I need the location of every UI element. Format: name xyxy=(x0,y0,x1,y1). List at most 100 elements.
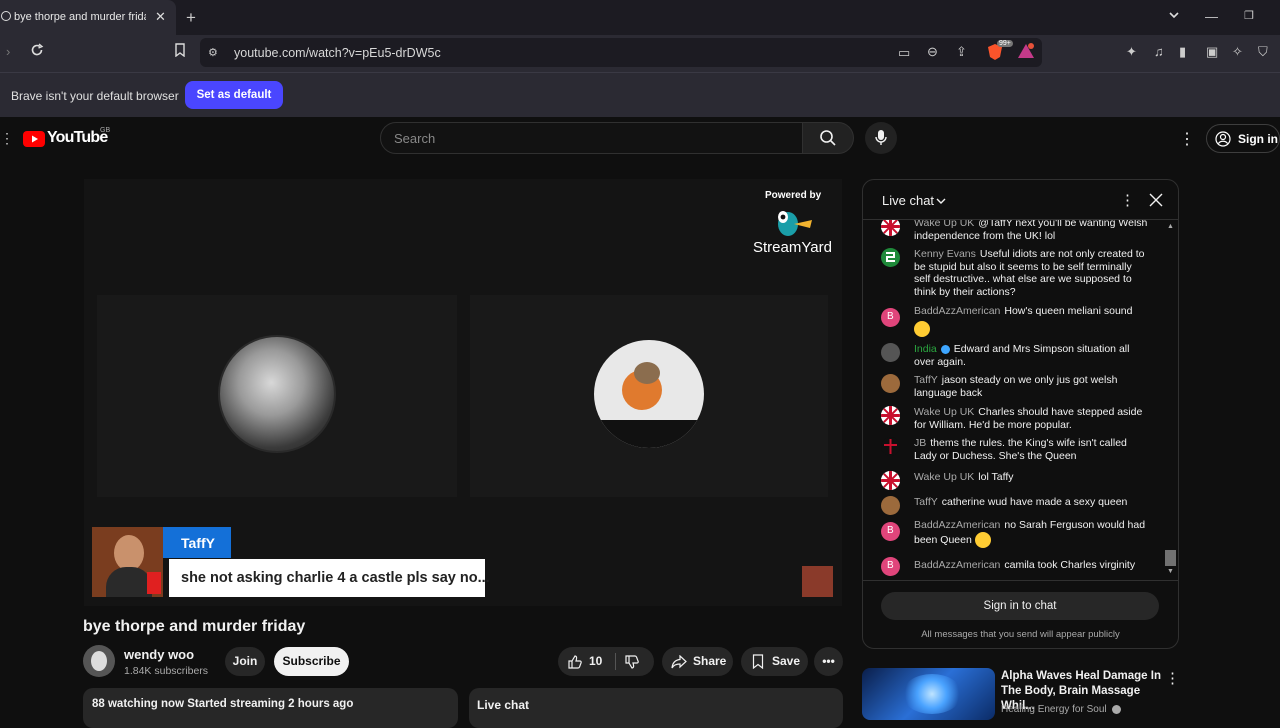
sign-in-to-chat-button[interactable]: Sign in to chat xyxy=(881,592,1159,620)
streamyard-wordmark: StreamYard xyxy=(753,239,832,256)
microphone-icon xyxy=(875,130,887,145)
close-tab-icon[interactable]: ✕ xyxy=(155,9,166,25)
video-title: bye thorpe and murder friday xyxy=(83,618,306,635)
live-chat-collapsed-bar[interactable]: Live chat xyxy=(469,688,843,728)
tab-list-chevron-icon[interactable] xyxy=(1168,9,1180,24)
save-icon xyxy=(752,654,764,669)
channel-name[interactable]: wendy woo xyxy=(124,647,194,662)
audio-icon[interactable] xyxy=(1,11,11,21)
share-label: Share xyxy=(693,654,727,668)
scroll-down-icon[interactable]: ▼ xyxy=(1167,568,1174,575)
recommendation-thumbnail[interactable] xyxy=(862,668,995,720)
chat-public-note: All messages that you send will appear p… xyxy=(921,629,1120,640)
forward-icon[interactable]: › xyxy=(6,44,10,59)
region-code: GB xyxy=(100,127,111,134)
chat-author: TaffY xyxy=(914,496,938,508)
thumbs-up-icon xyxy=(568,655,582,669)
sign-in-label: Sign in xyxy=(1238,132,1278,146)
join-button[interactable]: Join xyxy=(225,647,265,676)
scroll-up-icon[interactable]: ▲ xyxy=(1167,223,1174,230)
letter-avatar: B xyxy=(881,522,900,541)
chat-messages: Wake Up UK @TaffY next you'll be wanting … xyxy=(863,220,1178,578)
letter-avatar: B xyxy=(881,557,900,576)
subscriber-count: 1.84K subscribers xyxy=(124,665,209,677)
sign-in-button[interactable]: Sign in xyxy=(1206,124,1280,153)
reload-icon[interactable] xyxy=(30,43,44,60)
shields-badge: 99+ xyxy=(997,40,1013,47)
chat-author: BaddAzzAmerican xyxy=(914,305,1001,317)
wallet-icon[interactable]: ▣ xyxy=(1206,44,1218,60)
youtube-wordmark: YouTube xyxy=(47,129,108,146)
chat-text: How's queen meliani sound xyxy=(1004,305,1133,317)
sidebar-icon[interactable]: ▮ xyxy=(1179,44,1186,60)
chat-scrollbar-thumb[interactable] xyxy=(1165,550,1176,566)
participant-tile-2 xyxy=(470,295,828,497)
subscribe-button[interactable]: Subscribe xyxy=(274,647,349,676)
cast-icon[interactable]: ▭ xyxy=(898,45,910,61)
like-button[interactable] xyxy=(567,647,583,676)
lower-third-message: she not asking charlie 4 a castle pls sa… xyxy=(169,559,490,597)
restore-icon[interactable]: ❐ xyxy=(1244,9,1254,22)
chat-author: Wake Up UK xyxy=(914,471,975,483)
live-chat-header: Live chat ⋮ xyxy=(863,180,1178,220)
camera-thumbnail xyxy=(802,566,833,597)
extensions-icon[interactable]: ✦ xyxy=(1126,44,1137,60)
chat-text: jason steady on we only jus got welsh la… xyxy=(914,374,1118,399)
set-default-button[interactable]: Set as default xyxy=(185,81,283,109)
default-browser-infobar: Brave isn't your default browser Set as … xyxy=(0,72,1280,117)
taffy-avatar xyxy=(881,496,900,515)
bookmark-icon[interactable] xyxy=(174,43,186,60)
infobar-message: Brave isn't your default browser xyxy=(11,89,179,103)
settings-menu-icon[interactable]: ⋮ xyxy=(1179,129,1195,149)
chat-footer: Sign in to chat All messages that you se… xyxy=(863,580,1178,648)
chat-author-moderator: India xyxy=(914,343,937,355)
dislike-button[interactable] xyxy=(624,647,640,676)
letter-avatar: B xyxy=(881,308,900,327)
close-chat-icon[interactable] xyxy=(1149,193,1163,207)
recommendation-more-icon[interactable]: ⋮ xyxy=(1165,669,1180,687)
share-page-icon[interactable]: ⇪ xyxy=(956,44,967,60)
address-bar[interactable]: ⚙ youtube.com/watch?v=pEu5-drDW5c ▭ ⊖ ⇪ … xyxy=(200,38,1042,67)
zoom-icon[interactable]: ⊖ xyxy=(927,44,938,60)
verified-badge-icon xyxy=(940,344,950,354)
chat-text: thems the rules. the King's wife isn't c… xyxy=(914,437,1127,462)
chat-text: camila took Charles virginity xyxy=(1004,559,1136,571)
live-chat-title[interactable]: Live chat xyxy=(882,193,934,208)
more-actions-button[interactable]: ••• xyxy=(814,647,843,676)
cross-avatar xyxy=(881,437,900,456)
chat-author: Wake Up UK xyxy=(914,406,975,418)
participant-avatar-2 xyxy=(594,340,704,448)
url-text: youtube.com/watch?v=pEu5-drDW5c xyxy=(234,46,441,60)
recommendation-channel[interactable]: Healing Energy for Soul xyxy=(1001,704,1122,715)
tab-title: bye thorpe and murder friday xyxy=(14,11,146,23)
brave-rewards-icon[interactable] xyxy=(1017,43,1035,62)
browser-tab[interactable]: bye thorpe and murder friday ✕ xyxy=(0,0,176,35)
search-button[interactable] xyxy=(802,122,854,154)
channel-avatar[interactable] xyxy=(83,645,115,677)
kenny-avatar xyxy=(881,248,900,267)
chat-mode-chevron-icon[interactable] xyxy=(935,196,947,206)
music-icon[interactable]: ♫ xyxy=(1154,44,1164,59)
chat-text: lol Taffy xyxy=(978,471,1014,483)
chat-author: Kenny Evans xyxy=(914,248,976,260)
leo-ai-icon[interactable]: ✧ xyxy=(1232,44,1243,60)
uk-flag-avatar xyxy=(881,471,900,490)
chat-author: JB xyxy=(914,437,927,449)
chat-author: BaddAzzAmerican xyxy=(914,519,1001,531)
vpn-icon[interactable]: ⛉ xyxy=(1258,44,1268,60)
search-icon xyxy=(820,130,836,146)
menu-icon[interactable]: ⋮ xyxy=(0,130,14,147)
chat-more-icon[interactable]: ⋮ xyxy=(1120,191,1135,209)
voice-search-button[interactable] xyxy=(865,122,897,154)
search-input[interactable]: Search xyxy=(380,122,804,154)
participant-tile-1 xyxy=(97,295,457,497)
save-button[interactable]: Save xyxy=(741,647,808,676)
description-box[interactable]: 88 watching now Started streaming 2 hour… xyxy=(83,688,458,728)
commenter-avatar xyxy=(92,527,163,597)
uk-flag-avatar xyxy=(881,406,900,425)
new-tab-icon[interactable]: + xyxy=(186,8,196,28)
share-button[interactable]: Share xyxy=(662,647,733,676)
chat-author: TaffY xyxy=(914,374,938,386)
site-settings-icon[interactable]: ⚙ xyxy=(208,46,218,59)
minimize-icon[interactable]: — xyxy=(1205,9,1218,24)
